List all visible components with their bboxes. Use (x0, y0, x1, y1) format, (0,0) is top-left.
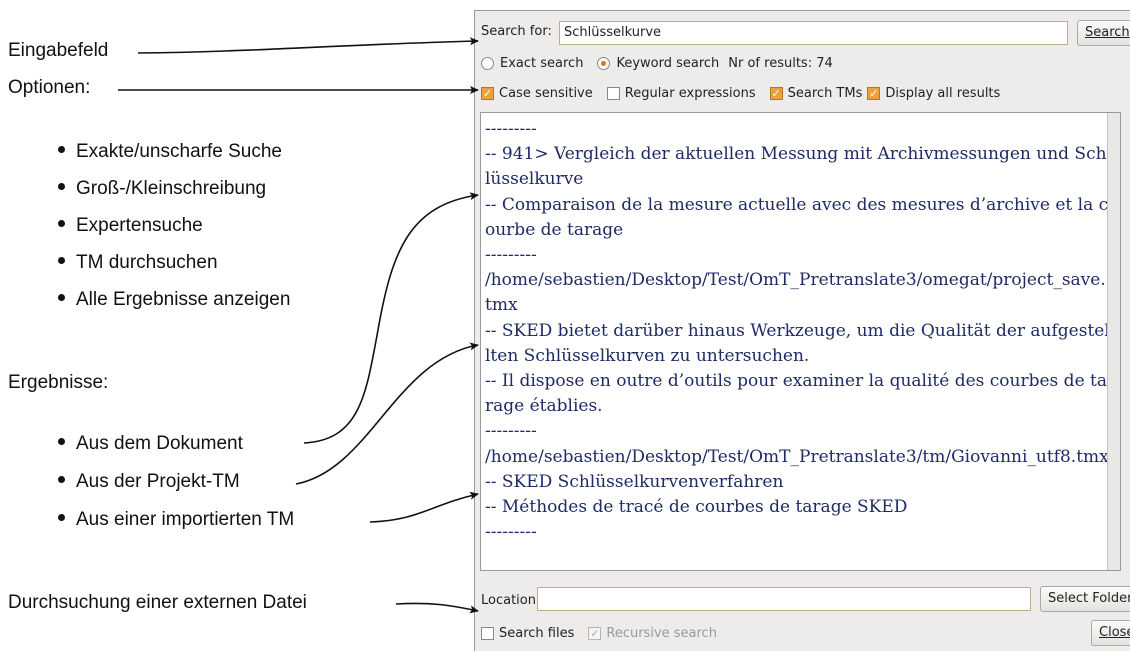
annotation-arrows (118, 37, 479, 614)
arrow-projekt-tm (295, 342, 479, 485)
arrow-externe-datei (395, 602, 479, 614)
arrow-eingabefeld (137, 37, 479, 54)
arrow-importierte-tm (369, 491, 479, 523)
